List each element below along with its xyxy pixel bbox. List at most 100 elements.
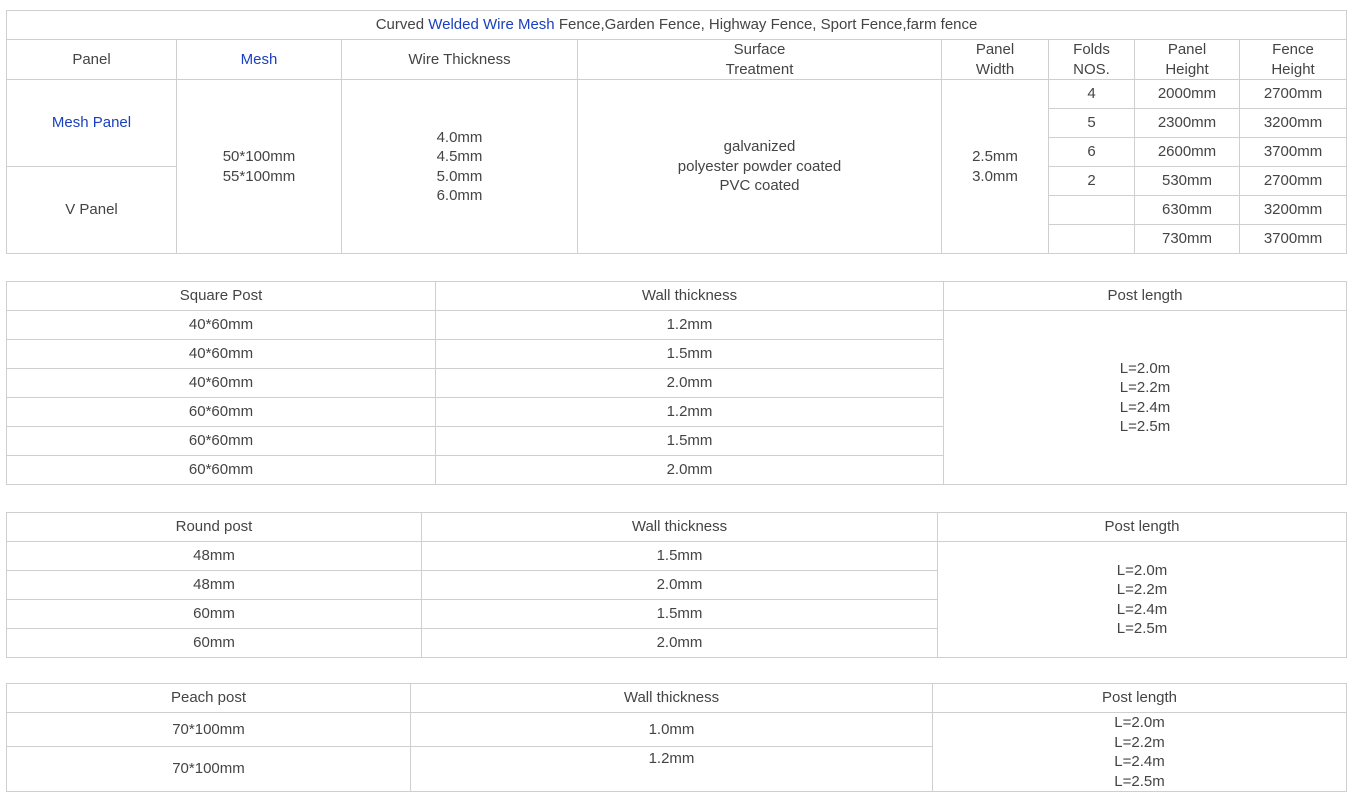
- post-size-cell: 60*60mm: [6, 455, 436, 485]
- post-size-cell: 60*60mm: [6, 426, 436, 456]
- header-peach-post: Peach post: [6, 683, 411, 713]
- wall-thickness-cell: 1.5mm: [435, 339, 944, 369]
- header-post-length: Post length: [943, 281, 1347, 311]
- panel-height-cell: 2000mm: [1134, 79, 1240, 109]
- square-post-table: Square Post Wall thickness Post length 4…: [6, 281, 1347, 485]
- post-size-cell: 60mm: [6, 628, 422, 658]
- post-length: L=2.4m: [1119, 398, 1171, 416]
- post-length: L=2.4m: [1114, 753, 1165, 770]
- fence-height-cell: 2700mm: [1238, 166, 1348, 196]
- panel-width-cell: 2.5mm 3.0mm: [941, 79, 1049, 254]
- wall-thickness-cell: 1.2mm: [410, 746, 933, 792]
- title-suffix: Fence,Garden Fence, Highway Fence, Sport…: [554, 16, 978, 34]
- post-size-cell: 60mm: [6, 599, 422, 629]
- welded-wire-mesh-link[interactable]: Welded Wire Mesh: [428, 16, 554, 33]
- post-length-cell: L=2.0m L=2.2m L=2.4m L=2.5m: [943, 310, 1347, 485]
- table-row: Mesh Panel 50*100mm 55*100mm 4.0mm 4.5mm…: [6, 79, 1348, 254]
- folds-cell: 2: [1048, 166, 1135, 196]
- post-length: L=2.0m: [1116, 561, 1168, 579]
- mesh-sizes-cell: 50*100mm 55*100mm: [176, 79, 342, 254]
- folds-cell: 5: [1048, 108, 1135, 138]
- post-length-cell: L=2.0m L=2.2m L=2.4m L=2.5m: [932, 712, 1347, 792]
- panel-width: 2.5mm: [972, 148, 1018, 165]
- header-surface-line2: Treatment: [725, 60, 794, 78]
- header-panel-width-line2: Width: [975, 60, 1015, 78]
- panel-spec-table: Curved Welded Wire Mesh Fence,Garden Fen…: [5, 10, 1348, 254]
- post-size-cell: 40*60mm: [6, 310, 436, 340]
- surface-treatment: galvanized: [723, 138, 796, 156]
- header-fence-height-line1: Fence: [1272, 41, 1314, 58]
- header-folds-line1: Folds: [1073, 41, 1110, 58]
- header-panel-height-line1: Panel: [1167, 41, 1207, 58]
- mesh-panel-link[interactable]: Mesh Panel: [6, 79, 177, 167]
- panel-width: 3.0mm: [972, 167, 1018, 185]
- post-size-cell: 40*60mm: [6, 339, 436, 369]
- folds-cell: [1048, 195, 1135, 225]
- wire-thickness: 4.5mm: [436, 148, 483, 165]
- post-size-cell: 70*100mm: [6, 746, 411, 792]
- mesh-size: 55*100mm: [222, 167, 296, 185]
- post-length: L=2.5m: [1116, 620, 1168, 637]
- fence-height-cell: 3700mm: [1238, 137, 1348, 167]
- post-length: L=2.2m: [1116, 581, 1168, 598]
- post-length: L=2.0m: [1119, 359, 1171, 377]
- header-panel-height-line2: Height: [1165, 60, 1209, 78]
- folds-cell: 6: [1048, 137, 1135, 167]
- wall-thickness-cell: 1.5mm: [421, 599, 938, 629]
- table-row: 48mm 1.5mm L=2.0m L=2.2m L=2.4m L=2.5m: [6, 541, 1347, 658]
- wall-thickness-cell: 2.0mm: [435, 455, 944, 485]
- header-panel-height: Panel Height: [1134, 39, 1240, 80]
- panel-height-cell: 2300mm: [1134, 108, 1240, 138]
- header-panel-width-line1: Panel: [975, 41, 1015, 58]
- header-round-post: Round post: [6, 512, 422, 542]
- table-title-row: Curved Welded Wire Mesh Fence,Garden Fen…: [5, 10, 1348, 40]
- header-surface-treatment: Surface Treatment: [577, 39, 942, 80]
- wall-thickness-cell: 2.0mm: [421, 628, 938, 658]
- post-size-cell: 48mm: [6, 570, 422, 600]
- post-length: L=2.4m: [1116, 600, 1168, 618]
- panel-height-cell: 2600mm: [1134, 137, 1240, 167]
- peach-post-table: Peach post Wall thickness Post length 70…: [6, 683, 1347, 792]
- wire-thickness: 4.0mm: [436, 128, 483, 146]
- post-length: L=2.2m: [1119, 379, 1171, 396]
- header-row: Square Post Wall thickness Post length: [6, 281, 1347, 311]
- surface-treatment-cell: galvanized polyester powder coated PVC c…: [577, 79, 942, 254]
- fence-height-cell: 3200mm: [1238, 108, 1348, 138]
- wall-thickness-cell: 2.0mm: [435, 368, 944, 398]
- surface-treatment: PVC coated: [719, 177, 800, 195]
- header-row: Panel Mesh Wire Thickness Surface Treatme…: [6, 39, 1348, 80]
- mesh-size: 50*100mm: [222, 148, 296, 165]
- round-post-table: Round post Wall thickness Post length 48…: [6, 512, 1347, 658]
- wall-thickness-cell: 1.0mm: [410, 711, 933, 748]
- header-panel-width: Panel Width: [941, 39, 1049, 80]
- header-wall-thickness: Wall thickness: [410, 683, 933, 713]
- wall-thickness-cell: 1.2mm: [435, 310, 944, 340]
- fence-height-cell: 3700mm: [1238, 224, 1348, 254]
- wall-thickness-cell: 2.0mm: [421, 570, 938, 600]
- v-panel-label: V Panel: [6, 166, 177, 254]
- header-row: Round post Wall thickness Post length: [6, 512, 1347, 542]
- header-surface-line1: Surface: [733, 41, 786, 58]
- header-row: Peach post Wall thickness Post length: [6, 683, 1347, 713]
- post-length-cell: L=2.0m L=2.2m L=2.4m L=2.5m: [937, 541, 1347, 658]
- fence-height-cell: 3200mm: [1238, 195, 1348, 225]
- panel-height-cell: 730mm: [1134, 224, 1240, 254]
- header-fence-height-line2: Height: [1271, 60, 1315, 78]
- header-square-post: Square Post: [6, 281, 436, 311]
- header-post-length: Post length: [932, 683, 1347, 713]
- surface-treatment: polyester powder coated: [677, 157, 842, 175]
- table-row: 40*60mm 1.2mm L=2.0m L=2.2m L=2.4m L=2.5…: [6, 310, 1347, 485]
- post-size-cell: 70*100mm: [6, 711, 411, 748]
- table-title: Curved Welded Wire Mesh Fence,Garden Fen…: [5, 10, 1348, 40]
- panel-height-cell: 530mm: [1134, 166, 1240, 196]
- post-size-cell: 48mm: [6, 541, 422, 571]
- post-length: L=2.5m: [1119, 418, 1171, 435]
- header-folds: Folds NOS.: [1048, 39, 1135, 80]
- fence-height-cell: 2700mm: [1238, 79, 1348, 109]
- header-post-length: Post length: [937, 512, 1347, 542]
- wall-thickness-cell: 1.5mm: [421, 541, 938, 571]
- header-folds-line2: NOS.: [1073, 60, 1110, 78]
- header-mesh-link[interactable]: Mesh: [176, 39, 342, 80]
- post-size-cell: 60*60mm: [6, 397, 436, 427]
- header-panel: Panel: [6, 39, 177, 80]
